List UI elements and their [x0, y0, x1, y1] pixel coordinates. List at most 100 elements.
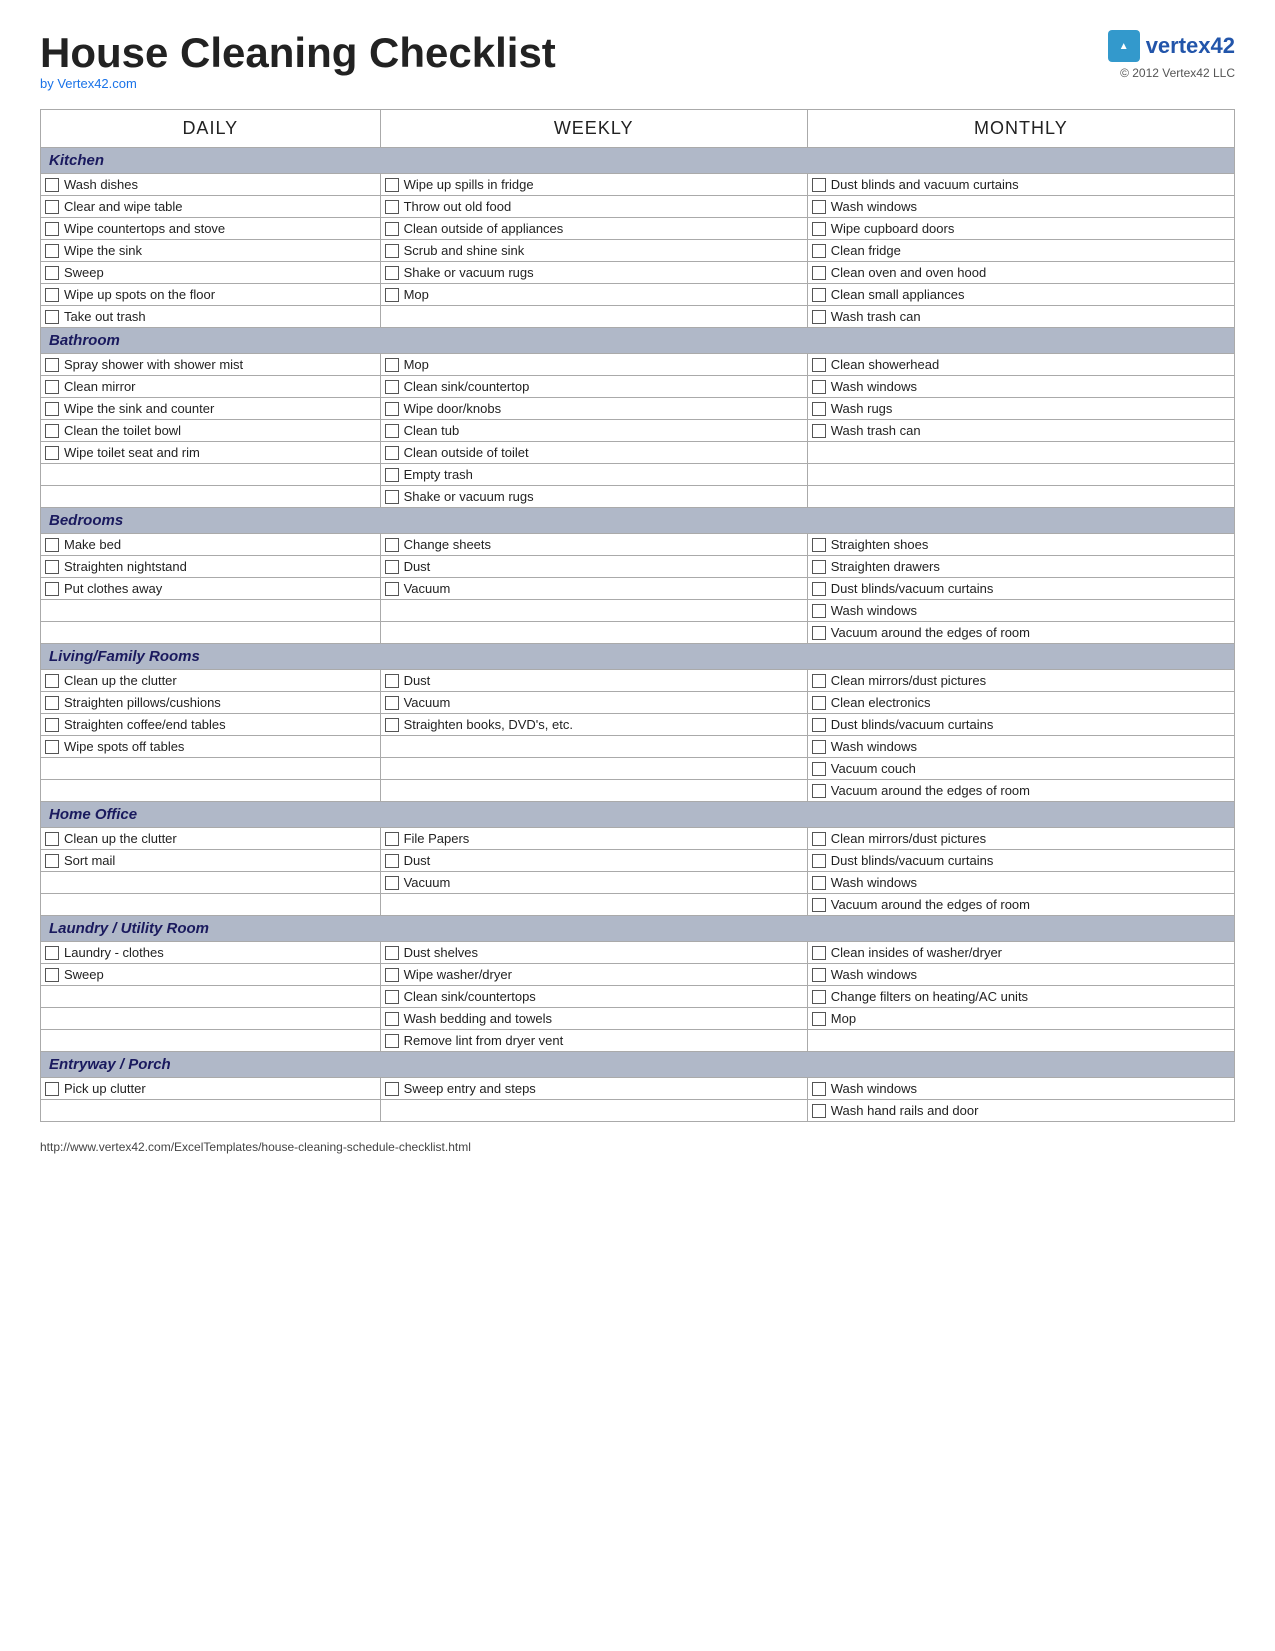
checkbox[interactable] — [45, 358, 59, 372]
checkbox[interactable] — [45, 696, 59, 710]
checkbox[interactable] — [45, 222, 59, 236]
checkbox[interactable] — [812, 358, 826, 372]
checkbox[interactable] — [385, 288, 399, 302]
checkbox[interactable] — [812, 968, 826, 982]
item-text: Change filters on heating/AC units — [831, 989, 1028, 1004]
checklist-item: Clean mirror — [45, 379, 376, 394]
checkbox[interactable] — [45, 310, 59, 324]
checkbox[interactable] — [385, 468, 399, 482]
checklist-item: Shake or vacuum rugs — [385, 489, 803, 504]
checkbox[interactable] — [385, 266, 399, 280]
checkbox[interactable] — [812, 560, 826, 574]
checkbox[interactable] — [385, 446, 399, 460]
checkbox[interactable] — [812, 1082, 826, 1096]
checkbox[interactable] — [385, 244, 399, 258]
checkbox[interactable] — [45, 200, 59, 214]
checkbox[interactable] — [45, 854, 59, 868]
checkbox[interactable] — [812, 784, 826, 798]
checkbox[interactable] — [812, 762, 826, 776]
checkbox[interactable] — [385, 582, 399, 596]
checkbox[interactable] — [45, 402, 59, 416]
checkbox[interactable] — [812, 380, 826, 394]
checklist-item: Mop — [385, 287, 803, 302]
checkbox[interactable] — [812, 424, 826, 438]
checkbox[interactable] — [45, 424, 59, 438]
checkbox[interactable] — [812, 402, 826, 416]
checkbox[interactable] — [45, 968, 59, 982]
checkbox[interactable] — [812, 718, 826, 732]
checkbox[interactable] — [385, 1034, 399, 1048]
checkbox[interactable] — [812, 244, 826, 258]
footer-url[interactable]: http://www.vertex42.com/ExcelTemplates/h… — [40, 1140, 471, 1154]
checkbox[interactable] — [385, 178, 399, 192]
checkbox[interactable] — [385, 854, 399, 868]
checkbox[interactable] — [385, 200, 399, 214]
checkbox[interactable] — [812, 946, 826, 960]
checkbox[interactable] — [45, 538, 59, 552]
checkbox[interactable] — [812, 1104, 826, 1118]
checkbox[interactable] — [812, 222, 826, 236]
checkbox[interactable] — [812, 832, 826, 846]
checkbox[interactable] — [385, 968, 399, 982]
checkbox[interactable] — [385, 560, 399, 574]
checkbox[interactable] — [385, 696, 399, 710]
checkbox[interactable] — [45, 740, 59, 754]
checkbox[interactable] — [812, 1012, 826, 1026]
checkbox[interactable] — [385, 990, 399, 1004]
checkbox[interactable] — [385, 674, 399, 688]
checkbox[interactable] — [812, 538, 826, 552]
checkbox[interactable] — [812, 288, 826, 302]
checkbox[interactable] — [812, 200, 826, 214]
checkbox[interactable] — [45, 266, 59, 280]
checkbox[interactable] — [45, 674, 59, 688]
checkbox[interactable] — [45, 560, 59, 574]
checklist-item: Dust blinds/vacuum curtains — [812, 853, 1230, 868]
checkbox[interactable] — [45, 832, 59, 846]
checkbox[interactable] — [45, 446, 59, 460]
item-text: Straighten nightstand — [64, 559, 187, 574]
checkbox[interactable] — [385, 832, 399, 846]
subtitle-link[interactable]: by Vertex42.com — [40, 76, 137, 91]
table-row: Put clothes away Vacuum Dust blinds/vacu… — [41, 578, 1235, 600]
checkbox[interactable] — [45, 178, 59, 192]
checkbox[interactable] — [385, 538, 399, 552]
checklist-item: Clean mirrors/dust pictures — [812, 831, 1230, 846]
checkbox[interactable] — [385, 358, 399, 372]
checkbox[interactable] — [45, 244, 59, 258]
checklist-item: Throw out old food — [385, 199, 803, 214]
section-header-entryway-/-porch: Entryway / Porch — [41, 1052, 1235, 1078]
checkbox[interactable] — [385, 222, 399, 236]
checkbox[interactable] — [812, 876, 826, 890]
checklist-item: File Papers — [385, 831, 803, 846]
checkbox[interactable] — [385, 876, 399, 890]
checkbox[interactable] — [45, 718, 59, 732]
checkbox[interactable] — [385, 424, 399, 438]
checkbox[interactable] — [812, 898, 826, 912]
checkbox[interactable] — [45, 582, 59, 596]
checkbox[interactable] — [812, 266, 826, 280]
checkbox[interactable] — [45, 1082, 59, 1096]
checkbox[interactable] — [812, 990, 826, 1004]
checkbox[interactable] — [45, 288, 59, 302]
checkbox[interactable] — [385, 402, 399, 416]
checkbox[interactable] — [812, 740, 826, 754]
checkbox[interactable] — [385, 946, 399, 960]
table-row: Wash hand rails and door — [41, 1100, 1235, 1122]
checkbox[interactable] — [385, 1012, 399, 1026]
checkbox[interactable] — [812, 310, 826, 324]
checkbox[interactable] — [812, 626, 826, 640]
table-row: Clean the toilet bowl Clean tub Wash tra… — [41, 420, 1235, 442]
checkbox[interactable] — [812, 696, 826, 710]
checkbox[interactable] — [812, 178, 826, 192]
checkbox[interactable] — [385, 1082, 399, 1096]
checkbox[interactable] — [385, 490, 399, 504]
checkbox[interactable] — [45, 380, 59, 394]
checkbox[interactable] — [812, 582, 826, 596]
checkbox[interactable] — [385, 380, 399, 394]
checkbox[interactable] — [812, 604, 826, 618]
checkbox[interactable] — [385, 718, 399, 732]
checkbox[interactable] — [812, 674, 826, 688]
checklist-item: Make bed — [45, 537, 376, 552]
checkbox[interactable] — [812, 854, 826, 868]
checkbox[interactable] — [45, 946, 59, 960]
